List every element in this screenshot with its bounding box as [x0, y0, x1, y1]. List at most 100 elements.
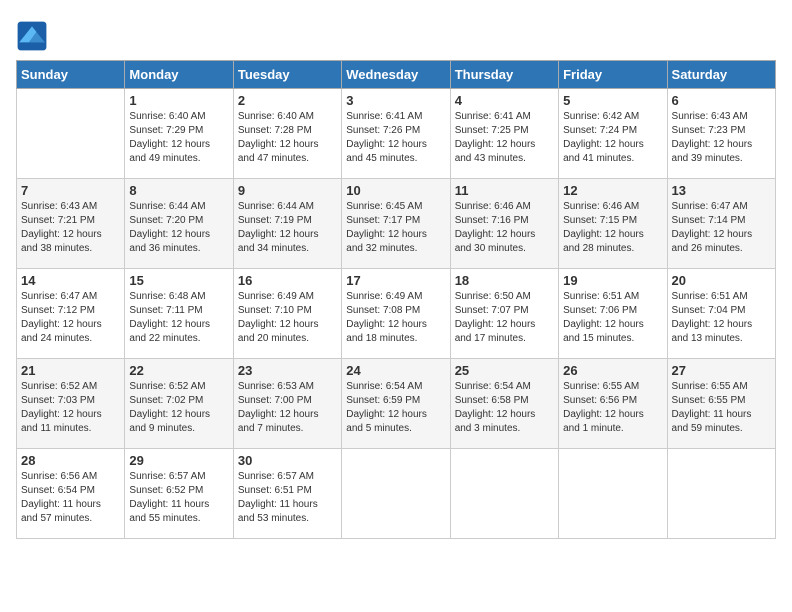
- calendar-day-27: 27 Sunrise: 6:55 AMSunset: 6:55 PMDayligh…: [667, 359, 775, 449]
- calendar-day-26: 26 Sunrise: 6:55 AMSunset: 6:56 PMDayligh…: [559, 359, 667, 449]
- day-number: 7: [21, 183, 120, 198]
- day-info: Sunrise: 6:51 AMSunset: 7:04 PMDaylight:…: [672, 290, 771, 346]
- day-info: Sunrise: 6:49 AMSunset: 7:10 PMDaylight:…: [238, 290, 337, 346]
- calendar-day-19: 19 Sunrise: 6:51 AMSunset: 7:06 PMDayligh…: [559, 269, 667, 359]
- weekday-header-tuesday: Tuesday: [233, 61, 341, 89]
- day-info: Sunrise: 6:42 AMSunset: 7:24 PMDaylight:…: [563, 110, 662, 166]
- calendar-day-3: 3Sunrise: 6:41 AMSunset: 7:26 PMDaylight…: [342, 89, 450, 179]
- day-info: Sunrise: 6:41 AMSunset: 7:26 PMDaylight:…: [346, 110, 445, 166]
- day-info: Sunrise: 6:47 AMSunset: 7:12 PMDaylight:…: [21, 290, 120, 346]
- calendar-day-22: 22 Sunrise: 6:52 AMSunset: 7:02 PMDayligh…: [125, 359, 233, 449]
- calendar-empty: [450, 449, 558, 539]
- day-info: Sunrise: 6:41 AMSunset: 7:25 PMDaylight:…: [455, 110, 554, 166]
- calendar-day-14: 14 Sunrise: 6:47 AMSunset: 7:12 PMDayligh…: [17, 269, 125, 359]
- day-number: 17: [346, 273, 445, 288]
- day-number: 10: [346, 183, 445, 198]
- calendar-empty: [559, 449, 667, 539]
- day-info: Sunrise: 6:46 AMSunset: 7:16 PMDaylight:…: [455, 200, 554, 256]
- day-info: Sunrise: 6:43 AMSunset: 7:21 PMDaylight:…: [21, 200, 120, 256]
- calendar-day-10: 10 Sunrise: 6:45 AMSunset: 7:17 PMDayligh…: [342, 179, 450, 269]
- day-number: 18: [455, 273, 554, 288]
- day-number: 26: [563, 363, 662, 378]
- weekday-header-friday: Friday: [559, 61, 667, 89]
- calendar-day-18: 18 Sunrise: 6:50 AMSunset: 7:07 PMDayligh…: [450, 269, 558, 359]
- day-info: Sunrise: 6:54 AMSunset: 6:58 PMDaylight:…: [455, 380, 554, 436]
- calendar-empty: [342, 449, 450, 539]
- day-number: 21: [21, 363, 120, 378]
- day-number: 30: [238, 453, 337, 468]
- logo: [16, 20, 52, 52]
- day-info: Sunrise: 6:40 AMSunset: 7:29 PMDaylight:…: [129, 110, 228, 166]
- day-info: Sunrise: 6:56 AMSunset: 6:54 PMDaylight:…: [21, 470, 120, 526]
- day-number: 8: [129, 183, 228, 198]
- day-number: 1: [129, 93, 228, 108]
- calendar-empty: [17, 89, 125, 179]
- day-number: 15: [129, 273, 228, 288]
- day-number: 11: [455, 183, 554, 198]
- day-number: 25: [455, 363, 554, 378]
- day-info: Sunrise: 6:50 AMSunset: 7:07 PMDaylight:…: [455, 290, 554, 346]
- calendar-empty: [667, 449, 775, 539]
- calendar-day-23: 23Sunrise: 6:53 AMSunset: 7:00 PMDayligh…: [233, 359, 341, 449]
- calendar-day-24: 24 Sunrise: 6:54 AMSunset: 6:59 PMDayligh…: [342, 359, 450, 449]
- calendar-day-28: 28 Sunrise: 6:56 AMSunset: 6:54 PMDayligh…: [17, 449, 125, 539]
- calendar-day-17: 17 Sunrise: 6:49 AMSunset: 7:08 PMDayligh…: [342, 269, 450, 359]
- day-number: 23: [238, 363, 337, 378]
- day-info: Sunrise: 6:54 AMSunset: 6:59 PMDaylight:…: [346, 380, 445, 436]
- day-number: 2: [238, 93, 337, 108]
- calendar-day-21: 21 Sunrise: 6:52 AMSunset: 7:03 PMDayligh…: [17, 359, 125, 449]
- day-info: Sunrise: 6:55 AMSunset: 6:55 PMDaylight:…: [672, 380, 771, 436]
- day-number: 22: [129, 363, 228, 378]
- day-number: 12: [563, 183, 662, 198]
- day-number: 24: [346, 363, 445, 378]
- weekday-header-saturday: Saturday: [667, 61, 775, 89]
- day-info: Sunrise: 6:47 AMSunset: 7:14 PMDaylight:…: [672, 200, 771, 256]
- day-info: Sunrise: 6:43 AMSunset: 7:23 PMDaylight:…: [672, 110, 771, 166]
- calendar-day-30: 30 Sunrise: 6:57 AMSunset: 6:51 PMDayligh…: [233, 449, 341, 539]
- calendar-day-11: 11 Sunrise: 6:46 AMSunset: 7:16 PMDayligh…: [450, 179, 558, 269]
- calendar-day-5: 5 Sunrise: 6:42 AMSunset: 7:24 PMDaylight…: [559, 89, 667, 179]
- day-number: 14: [21, 273, 120, 288]
- calendar-day-20: 20 Sunrise: 6:51 AMSunset: 7:04 PMDayligh…: [667, 269, 775, 359]
- calendar-day-2: 2 Sunrise: 6:40 AMSunset: 7:28 PMDaylight…: [233, 89, 341, 179]
- day-info: Sunrise: 6:57 AMSunset: 6:52 PMDaylight:…: [129, 470, 228, 526]
- day-number: 29: [129, 453, 228, 468]
- day-number: 20: [672, 273, 771, 288]
- calendar-day-12: 12 Sunrise: 6:46 AMSunset: 7:15 PMDayligh…: [559, 179, 667, 269]
- day-info: Sunrise: 6:51 AMSunset: 7:06 PMDaylight:…: [563, 290, 662, 346]
- day-info: Sunrise: 6:52 AMSunset: 7:02 PMDaylight:…: [129, 380, 228, 436]
- day-number: 16: [238, 273, 337, 288]
- day-info: Sunrise: 6:40 AMSunset: 7:28 PMDaylight:…: [238, 110, 337, 166]
- weekday-header-sunday: Sunday: [17, 61, 125, 89]
- calendar-day-16: 16 Sunrise: 6:49 AMSunset: 7:10 PMDayligh…: [233, 269, 341, 359]
- day-number: 27: [672, 363, 771, 378]
- day-info: Sunrise: 6:48 AMSunset: 7:11 PMDaylight:…: [129, 290, 228, 346]
- logo-icon: [16, 20, 48, 52]
- day-number: 9: [238, 183, 337, 198]
- calendar-day-29: 29 Sunrise: 6:57 AMSunset: 6:52 PMDayligh…: [125, 449, 233, 539]
- calendar-day-7: 7 Sunrise: 6:43 AMSunset: 7:21 PMDaylight…: [17, 179, 125, 269]
- day-info: Sunrise: 6:52 AMSunset: 7:03 PMDaylight:…: [21, 380, 120, 436]
- day-number: 19: [563, 273, 662, 288]
- calendar-day-4: 4 Sunrise: 6:41 AMSunset: 7:25 PMDaylight…: [450, 89, 558, 179]
- day-info: Sunrise: 6:57 AMSunset: 6:51 PMDaylight:…: [238, 470, 337, 526]
- day-number: 13: [672, 183, 771, 198]
- day-info: Sunrise: 6:44 AMSunset: 7:20 PMDaylight:…: [129, 200, 228, 256]
- weekday-header-wednesday: Wednesday: [342, 61, 450, 89]
- day-number: 28: [21, 453, 120, 468]
- day-info: Sunrise: 6:55 AMSunset: 6:56 PMDaylight:…: [563, 380, 662, 436]
- calendar-day-13: 13 Sunrise: 6:47 AMSunset: 7:14 PMDayligh…: [667, 179, 775, 269]
- calendar-day-15: 15 Sunrise: 6:48 AMSunset: 7:11 PMDayligh…: [125, 269, 233, 359]
- day-info: Sunrise: 6:44 AMSunset: 7:19 PMDaylight:…: [238, 200, 337, 256]
- weekday-header-monday: Monday: [125, 61, 233, 89]
- calendar-table: SundayMondayTuesdayWednesdayThursdayFrid…: [16, 60, 776, 539]
- day-info: Sunrise: 6:46 AMSunset: 7:15 PMDaylight:…: [563, 200, 662, 256]
- day-number: 5: [563, 93, 662, 108]
- day-number: 4: [455, 93, 554, 108]
- day-number: 6: [672, 93, 771, 108]
- calendar-day-25: 25 Sunrise: 6:54 AMSunset: 6:58 PMDayligh…: [450, 359, 558, 449]
- calendar-day-6: 6 Sunrise: 6:43 AMSunset: 7:23 PMDaylight…: [667, 89, 775, 179]
- day-info: Sunrise: 6:45 AMSunset: 7:17 PMDaylight:…: [346, 200, 445, 256]
- day-info: Sunrise: 6:49 AMSunset: 7:08 PMDaylight:…: [346, 290, 445, 346]
- calendar-day-8: 8 Sunrise: 6:44 AMSunset: 7:20 PMDaylight…: [125, 179, 233, 269]
